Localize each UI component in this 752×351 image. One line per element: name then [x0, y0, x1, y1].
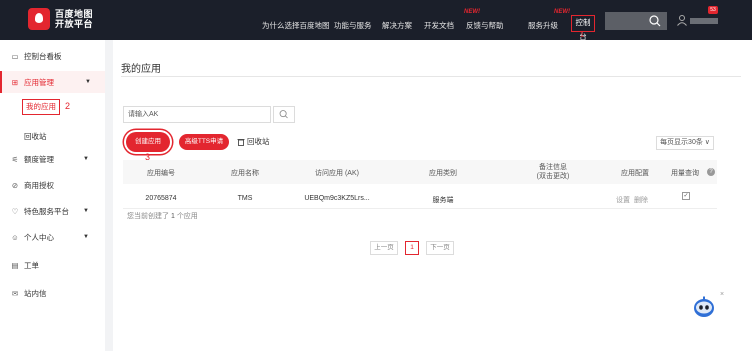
sidebar-item-label: 控制台看板: [24, 51, 62, 61]
search-icon[interactable]: [273, 106, 295, 123]
sidebar-item-label: 工单: [24, 260, 39, 270]
usage-query-checkbox[interactable]: ✓: [682, 192, 690, 200]
new-badge: NEW!: [554, 9, 570, 15]
sidebar-item-app-management[interactable]: ⊞ 应用管理 ▼: [0, 71, 105, 93]
sidebar-item-personal-center[interactable]: ☺ 个人中心 ▼: [0, 226, 105, 248]
annotation-2: 2: [65, 101, 71, 111]
chevron-down-icon: ▼: [83, 156, 89, 162]
message-count-badge[interactable]: 53: [708, 6, 718, 14]
ak-search-input[interactable]: 请输入AK: [123, 106, 271, 123]
sidebar-item-my-apps[interactable]: 我的应用: [22, 99, 60, 115]
sidebar-item-tickets[interactable]: ▤ 工单: [0, 254, 105, 276]
app-name-cell: TMS: [237, 195, 253, 202]
shield-check-icon: ⊘: [11, 180, 19, 190]
summary-count: 1: [170, 213, 175, 220]
config-settings-link[interactable]: 设置: [616, 195, 630, 205]
column-header: 应用名称: [231, 170, 259, 177]
sidebar-item-label: 站内信: [24, 288, 47, 298]
help-icon[interactable]: ?: [707, 168, 715, 176]
create-app-button[interactable]: 创建应用: [126, 132, 170, 152]
trash-icon: [237, 138, 245, 146]
remark-header-line1: 备注信息: [538, 164, 567, 171]
column-header: 应用编号: [147, 170, 175, 177]
app-count-summary: 您当前创建了 1 个应用: [127, 211, 198, 221]
assistant-robot-icon[interactable]: [692, 295, 716, 319]
sidebar-item-label: 个人中心: [24, 232, 54, 242]
sidebar-item-label: 商用授权: [24, 180, 54, 190]
next-page-button[interactable]: 下一页: [426, 241, 454, 255]
nav-upgrade[interactable]: 服务升级: [528, 20, 558, 31]
heart-icon: ♡: [11, 206, 19, 216]
app-ak-cell[interactable]: UEBQm9c3KZ5Lrs...: [304, 195, 369, 202]
app-category-cell: 服务端: [432, 197, 454, 204]
ticket-icon: ▤: [11, 260, 19, 270]
sidebar-item-featured-services[interactable]: ♡ 特色服务平台 ▼: [0, 200, 105, 222]
nav-solutions[interactable]: 解决方案: [382, 20, 412, 31]
sidebar-item-quota[interactable]: ⚟ 额度管理 ▼: [0, 148, 105, 170]
recycle-bin-label: 回收站: [247, 137, 270, 146]
nav-console[interactable]: 控制台: [571, 15, 595, 41]
sidebar-item-label: 应用管理: [24, 77, 54, 87]
user-circle-icon: ☺: [11, 232, 19, 242]
close-icon[interactable]: ×: [720, 291, 724, 298]
search-icon[interactable]: [648, 14, 662, 28]
nav-dev-docs[interactable]: 开发文档: [424, 20, 454, 31]
page-1-button[interactable]: 1: [405, 241, 419, 255]
summary-suffix: 个应用: [176, 213, 198, 220]
chevron-down-icon: ▼: [85, 79, 91, 85]
recycle-bin-link[interactable]: 回收站: [237, 136, 270, 147]
scrollbar[interactable]: [746, 0, 752, 4]
config-delete-link[interactable]: 删除: [634, 195, 648, 205]
per-page-select[interactable]: 每页显示30条 ∨: [656, 136, 714, 150]
prev-page-button[interactable]: 上一页: [370, 241, 398, 255]
nav-features[interactable]: 功能与服务: [334, 20, 372, 31]
new-badge: NEW!: [464, 9, 480, 15]
quota-icon: ⚟: [11, 154, 19, 164]
advanced-tts-apply-button[interactable]: 高级TTS申请: [179, 134, 229, 150]
sidebar-item-label: 特色服务平台: [24, 206, 69, 216]
sidebar-item-commercial-license[interactable]: ⊘ 商用授权: [0, 174, 105, 196]
column-header: 用量查询: [671, 170, 699, 177]
user-name[interactable]: [690, 18, 718, 24]
sidebar-item-inbox[interactable]: ✉ 站内信: [0, 282, 105, 304]
divider: [123, 208, 717, 209]
remark-header-line2: (双击更改): [536, 173, 570, 180]
main-content: 我的应用 请输入AK 创建应用 3 高级TTS申请 回收站 每页显示30条 ∨ …: [113, 40, 752, 351]
grid-icon: ⊞: [11, 77, 19, 87]
column-header: 访问应用 (AK): [315, 170, 359, 177]
column-header: 应用类别: [429, 170, 457, 177]
user-icon[interactable]: [676, 14, 688, 26]
sidebar: ▭ 控制台看板 ⊞ 应用管理 ▼ 我的应用 2 回收站 ⚟ 额度管理 ▼ ⊘ 商…: [0, 40, 105, 351]
dashboard-icon: ▭: [11, 51, 19, 61]
annotation-1: 1: [580, 32, 584, 39]
sidebar-item-dashboard[interactable]: ▭ 控制台看板: [0, 45, 105, 67]
sidebar-item-recycle-bin[interactable]: 回收站: [24, 131, 47, 142]
chevron-down-icon: ▼: [83, 208, 89, 214]
page-title: 我的应用: [121, 64, 161, 75]
nav-why-baidu[interactable]: 为什么选择百度地图: [262, 20, 330, 31]
mail-icon: ✉: [11, 288, 19, 298]
divider: [121, 76, 741, 77]
summary-prefix: 您当前创建了: [127, 213, 169, 220]
column-header: 应用配置: [621, 170, 649, 177]
column-header: 备注信息 (双击更改): [537, 163, 570, 181]
app-id-cell: 20765874: [145, 195, 177, 202]
nav-feedback-help[interactable]: 反馈与帮助: [466, 20, 504, 31]
chevron-down-icon: ▼: [83, 234, 89, 240]
top-navigation-bar: 百度地图 开放平台 为什么选择百度地图 功能与服务 解决方案 NEW! 开发文档…: [0, 0, 752, 41]
sidebar-item-label: 额度管理: [24, 154, 54, 164]
table-header: 应用编号 应用名称 访问应用 (AK) 应用类别 备注信息 (双击更改) 应用配置…: [123, 160, 717, 184]
